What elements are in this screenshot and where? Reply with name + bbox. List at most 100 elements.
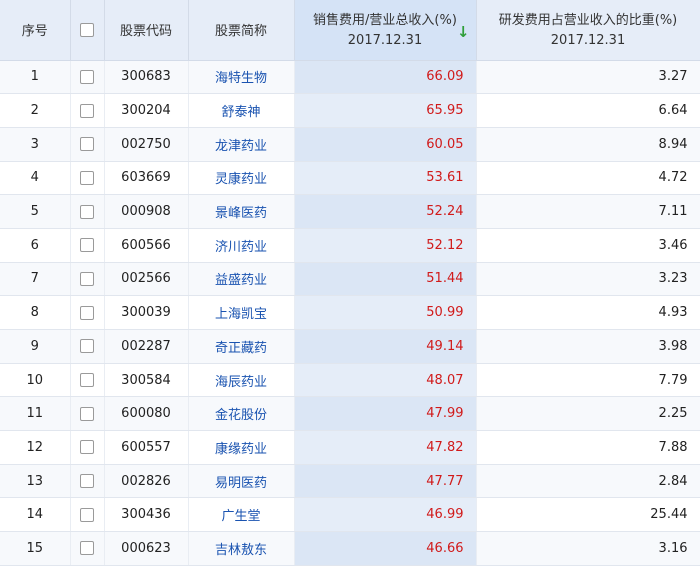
row-select[interactable] — [70, 497, 105, 533]
table-row[interactable]: 13 002826 易明医药 47.77 2.84 — [0, 464, 700, 499]
checkbox-icon[interactable] — [80, 541, 94, 556]
row-number: 6 — [0, 228, 71, 263]
stock-code: 300436 — [104, 497, 189, 533]
rd-ratio-value: 7.88 — [476, 430, 700, 465]
select-all-checkbox-icon[interactable] — [80, 22, 94, 37]
row-select[interactable] — [70, 161, 105, 196]
rd-ratio-value: 8.94 — [476, 127, 700, 162]
table-row[interactable]: 4 603669 灵康药业 53.61 4.72 — [0, 161, 700, 196]
rd-ratio-value: 6.64 — [476, 93, 700, 128]
stock-name-link[interactable]: 吉林敖东 — [188, 531, 295, 566]
table-row[interactable]: 1 300683 海特生物 66.09 3.27 — [0, 60, 700, 95]
row-select[interactable] — [70, 531, 105, 566]
row-select[interactable] — [70, 228, 105, 263]
stock-code: 600557 — [104, 430, 189, 465]
sales-ratio-value: 53.61 — [294, 161, 477, 196]
checkbox-icon[interactable] — [80, 305, 94, 320]
stock-code: 002566 — [104, 262, 189, 297]
checkbox-icon[interactable] — [80, 170, 94, 185]
sales-ratio-value: 66.09 — [294, 60, 477, 95]
header-no[interactable]: 序号 — [0, 0, 71, 61]
table-row[interactable]: 7 002566 益盛药业 51.44 3.23 — [0, 262, 700, 297]
checkbox-icon[interactable] — [80, 103, 94, 118]
sales-ratio-value: 52.24 — [294, 194, 477, 229]
row-select[interactable] — [70, 194, 105, 229]
checkbox-icon[interactable] — [80, 406, 94, 421]
header-rd-date: 2017.12.31 — [550, 32, 626, 48]
sales-ratio-value: 46.99 — [294, 497, 477, 533]
stock-name-link[interactable]: 济川药业 — [188, 228, 295, 263]
row-select[interactable] — [70, 295, 105, 330]
stock-name-link[interactable]: 奇正藏药 — [188, 329, 295, 364]
sales-ratio-value: 47.77 — [294, 464, 477, 499]
stock-name-link[interactable]: 康缘药业 — [188, 430, 295, 465]
checkbox-icon[interactable] — [80, 339, 94, 354]
table-row[interactable]: 6 600566 济川药业 52.12 3.46 — [0, 228, 700, 263]
row-select[interactable] — [70, 127, 105, 162]
stock-name-link[interactable]: 上海凯宝 — [188, 295, 295, 330]
rd-ratio-value: 3.98 — [476, 329, 700, 364]
table-row[interactable]: 5 000908 景峰医药 52.24 7.11 — [0, 194, 700, 229]
stock-code: 300584 — [104, 363, 189, 398]
row-select[interactable] — [70, 430, 105, 465]
stock-name-link[interactable]: 广生堂 — [188, 497, 295, 533]
checkbox-icon[interactable] — [80, 137, 94, 152]
table-body: 1 300683 海特生物 66.09 3.27 2 300204 舒泰神 65.95 6.64 3… — [0, 60, 700, 566]
row-select[interactable] — [70, 363, 105, 398]
sales-ratio-value: 47.82 — [294, 430, 477, 465]
row-select[interactable] — [70, 464, 105, 499]
checkbox-icon[interactable] — [80, 69, 94, 84]
row-select[interactable] — [70, 396, 105, 432]
header-sales-ratio[interactable]: 销售费用/营业总收入(%) 2017.12.31 ↓ — [294, 0, 477, 61]
table-row[interactable]: 9 002287 奇正藏药 49.14 3.98 — [0, 329, 700, 364]
table-row[interactable]: 11 600080 金花股份 47.99 2.25 — [0, 396, 700, 432]
table-row[interactable]: 15 000623 吉林敖东 46.66 3.16 — [0, 531, 700, 566]
table-row[interactable]: 12 600557 康缘药业 47.82 7.88 — [0, 430, 700, 465]
stock-name-link[interactable]: 舒泰神 — [188, 93, 295, 128]
checkbox-icon[interactable] — [80, 507, 94, 522]
sort-desc-arrow-icon[interactable]: ↓ — [457, 22, 470, 42]
checkbox-icon[interactable] — [80, 440, 94, 455]
row-number: 10 — [0, 363, 71, 398]
stock-code: 600080 — [104, 396, 189, 432]
header-code[interactable]: 股票代码 — [104, 0, 189, 61]
stock-code: 000908 — [104, 194, 189, 229]
checkbox-icon[interactable] — [80, 271, 94, 286]
table-row[interactable]: 14 300436 广生堂 46.99 25.44 — [0, 497, 700, 533]
stock-code: 603669 — [104, 161, 189, 196]
header-name[interactable]: 股票简称 — [188, 0, 295, 61]
row-select[interactable] — [70, 93, 105, 128]
sales-ratio-value: 65.95 — [294, 93, 477, 128]
checkbox-icon[interactable] — [80, 474, 94, 489]
stock-name-link[interactable]: 灵康药业 — [188, 161, 295, 196]
row-select[interactable] — [70, 60, 105, 95]
row-select[interactable] — [70, 329, 105, 364]
stock-code: 300039 — [104, 295, 189, 330]
checkbox-icon[interactable] — [80, 238, 94, 253]
header-row: 序号 股票代码 股票简称 销售费用/营业总收入(%) 2017.12.31 ↓ … — [0, 0, 700, 61]
row-select[interactable] — [70, 262, 105, 297]
row-number: 12 — [0, 430, 71, 465]
stock-name-link[interactable]: 金花股份 — [188, 396, 295, 432]
stock-name-link[interactable]: 龙津药业 — [188, 127, 295, 162]
table-row[interactable]: 3 002750 龙津药业 60.05 8.94 — [0, 127, 700, 162]
checkbox-icon[interactable] — [80, 204, 94, 219]
rd-ratio-value: 7.79 — [476, 363, 700, 398]
stock-name-link[interactable]: 海特生物 — [188, 60, 295, 95]
stock-name-link[interactable]: 景峰医药 — [188, 194, 295, 229]
row-number: 1 — [0, 60, 71, 95]
row-number: 13 — [0, 464, 71, 499]
stock-name-link[interactable]: 益盛药业 — [188, 262, 295, 297]
header-rd-ratio[interactable]: 研发费用占营业收入的比重(%) 2017.12.31 — [476, 0, 700, 61]
row-number: 15 — [0, 531, 71, 566]
header-rd-title: 研发费用占营业收入的比重(%) — [498, 12, 678, 28]
table-row[interactable]: 8 300039 上海凯宝 50.99 4.93 — [0, 295, 700, 330]
header-select-all[interactable] — [70, 0, 105, 61]
stock-code: 600566 — [104, 228, 189, 263]
stock-name-link[interactable]: 易明医药 — [188, 464, 295, 499]
table-row[interactable]: 2 300204 舒泰神 65.95 6.64 — [0, 93, 700, 128]
table-row[interactable]: 10 300584 海辰药业 48.07 7.79 — [0, 363, 700, 398]
checkbox-icon[interactable] — [80, 373, 94, 388]
stock-name-link[interactable]: 海辰药业 — [188, 363, 295, 398]
rd-ratio-value: 3.16 — [476, 531, 700, 566]
